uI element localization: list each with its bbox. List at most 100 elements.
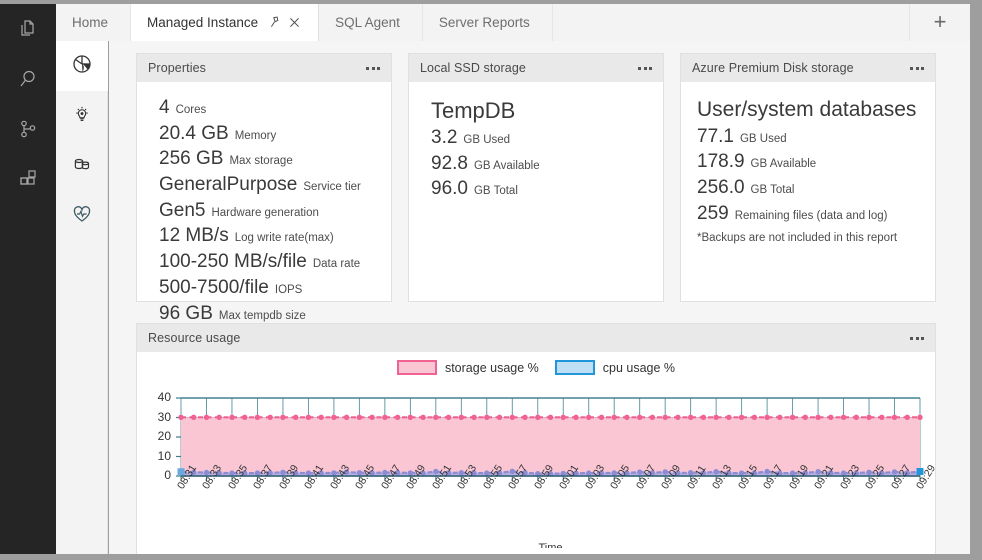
metric-row: 12 MB/s Log write rate(max) [159,224,375,249]
resource-usage-chart[interactable]: storage usage % cpu usage % 010203040%08… [137,352,935,548]
metric-row: 100-250 MB/s/file Data rate [159,250,375,275]
metric-row: 256.0GB Total [697,176,919,201]
metric-value: 259 [697,202,729,227]
tab-sql-agent[interactable]: SQL Agent [319,4,423,41]
metric-label: Max tempdb size [219,309,306,324]
metric-label: Hardware generation [211,206,318,221]
y-axis-tick-label: 0 [147,468,171,482]
y-axis-tick-label: 40 [147,390,171,404]
card-title: Azure Premium Disk storage [692,61,854,75]
metric-value: 3.2 [431,126,457,151]
files-explorer-icon [16,17,40,41]
metric-label: Memory [235,129,277,144]
metric-value: 12 MB/s [159,224,229,249]
tab-home[interactable]: Home [56,4,131,41]
dashboard-icon-rail [56,41,108,560]
window-right-gutter [970,0,982,560]
extensions-icon [16,167,40,191]
new-tab-button[interactable]: + [910,4,970,41]
pin-icon[interactable] [267,15,283,31]
metric-label: Data rate [313,257,360,272]
card-local-ssd-storage: Local SSD storage TempDB 3.2 GB Used 92.8 G… [408,53,664,302]
metric-row: 500-7500/fileIOPS [159,276,375,301]
card-header: Azure Premium Disk storage [681,54,935,82]
card-header: Resource usage [137,324,935,352]
metric-label: Remaining files (data and log) [735,209,888,224]
card-premium-disk-storage: Azure Premium Disk storage User/system d… [680,53,936,302]
ssd-headline: TempDB [431,96,647,125]
activity-item-search[interactable] [0,54,56,104]
activity-item-explorer[interactable] [0,4,56,54]
disk-metrics: 77.1GB Used178.9GB Available256.0GB Tota… [697,125,919,227]
metric-label: Log write rate(max) [235,231,334,246]
metric-label: GB Total [751,183,795,198]
source-control-icon [16,117,40,141]
tab-server-reports[interactable]: Server Reports [423,4,553,41]
rail-item-insights[interactable] [56,91,108,141]
rail-item-overview[interactable] [56,41,108,91]
card-body: User/system databases 77.1GB Used178.9GB… [681,82,935,254]
metric-value: 4 [159,96,170,121]
tab-bar-spacer [553,4,910,41]
metric-value: 92.8 [431,152,468,177]
search-icon [16,67,40,91]
tab-managed-instance[interactable]: Managed Instance [131,4,319,41]
more-options-icon[interactable] [637,63,653,74]
metric-row: 77.1GB Used [697,125,919,150]
ssd-metrics: 3.2 GB Used 92.8 GB Available 96.0 GB Total [431,126,647,202]
metric-label: IOPS [275,283,302,298]
activity-item-extensions[interactable] [0,154,56,204]
metric-row: Gen5 Hardware generation [159,199,375,224]
dashboard-content: Properties 4Cores20.4 GBMemory256 GBMax … [109,41,970,560]
metric-row: 92.8 GB Available [431,152,647,177]
y-axis-tick-label: 20 [147,429,171,443]
database-icon [70,152,94,181]
metric-row: 4 Cores [159,96,375,121]
metric-value: 96.0 [431,177,468,202]
metric-label: Cores [176,103,207,118]
y-axis-tick-label: 10 [147,449,171,463]
card-title: Properties [148,61,206,75]
metric-row: 3.2 GB Used [431,126,647,151]
metric-value: 77.1 [697,125,734,150]
metric-label: GB Used [463,133,510,148]
card-body: TempDB 3.2 GB Used 92.8 GB Available 96.0 GB … [409,82,663,213]
tab-label: Server Reports [439,15,530,30]
metric-row: GeneralPurposeService tier [159,173,375,198]
metric-label: GB Available [474,159,540,174]
metric-label: GB Total [474,184,518,199]
rail-item-databases[interactable] [56,141,108,191]
close-icon[interactable] [286,15,302,31]
metric-row: 259 Remaining files (data and log) [697,202,919,227]
lightbulb-icon [71,103,93,130]
rail-item-health[interactable] [56,191,108,241]
pie-chart-icon [70,52,94,81]
x-axis-title: Time [539,542,563,548]
more-options-icon[interactable] [365,63,381,74]
card-header: Local SSD storage [409,54,663,82]
metric-value: GeneralPurpose [159,173,297,198]
more-options-icon[interactable] [909,63,925,74]
activity-item-source-control[interactable] [0,104,56,154]
metric-row: 178.9GB Available [697,150,919,175]
metric-row: 20.4 GB Memory [159,122,375,147]
metric-value: 20.4 GB [159,122,229,147]
card-title: Resource usage [148,331,240,345]
metric-value: 100-250 MB/s/file [159,250,307,275]
metric-value: 178.9 [697,150,745,175]
more-options-icon[interactable] [909,333,925,344]
metric-row: 96.0 GB Total [431,177,647,202]
metric-value: Gen5 [159,199,205,224]
card-body: 4Cores20.4 GBMemory256 GBMax storageGene… [137,82,391,337]
metric-label: Max storage [229,154,292,169]
card-header: Properties [137,54,391,82]
disk-footnote: *Backups are not included in this report [697,232,919,244]
app-window: Home Managed Instance SQL Agent Server R… [0,0,982,560]
card-resource-usage: Resource usage storage usage % cpu usage… [136,323,936,560]
tab-bar: Home Managed Instance SQL Agent Server R… [56,4,970,41]
card-properties: Properties 4Cores20.4 GBMemory256 GBMax … [136,53,392,302]
tab-label: Home [72,15,108,30]
y-axis-tick-label: 30 [147,410,171,424]
tab-label: SQL Agent [335,15,400,30]
window-bottom-gutter [0,554,982,560]
